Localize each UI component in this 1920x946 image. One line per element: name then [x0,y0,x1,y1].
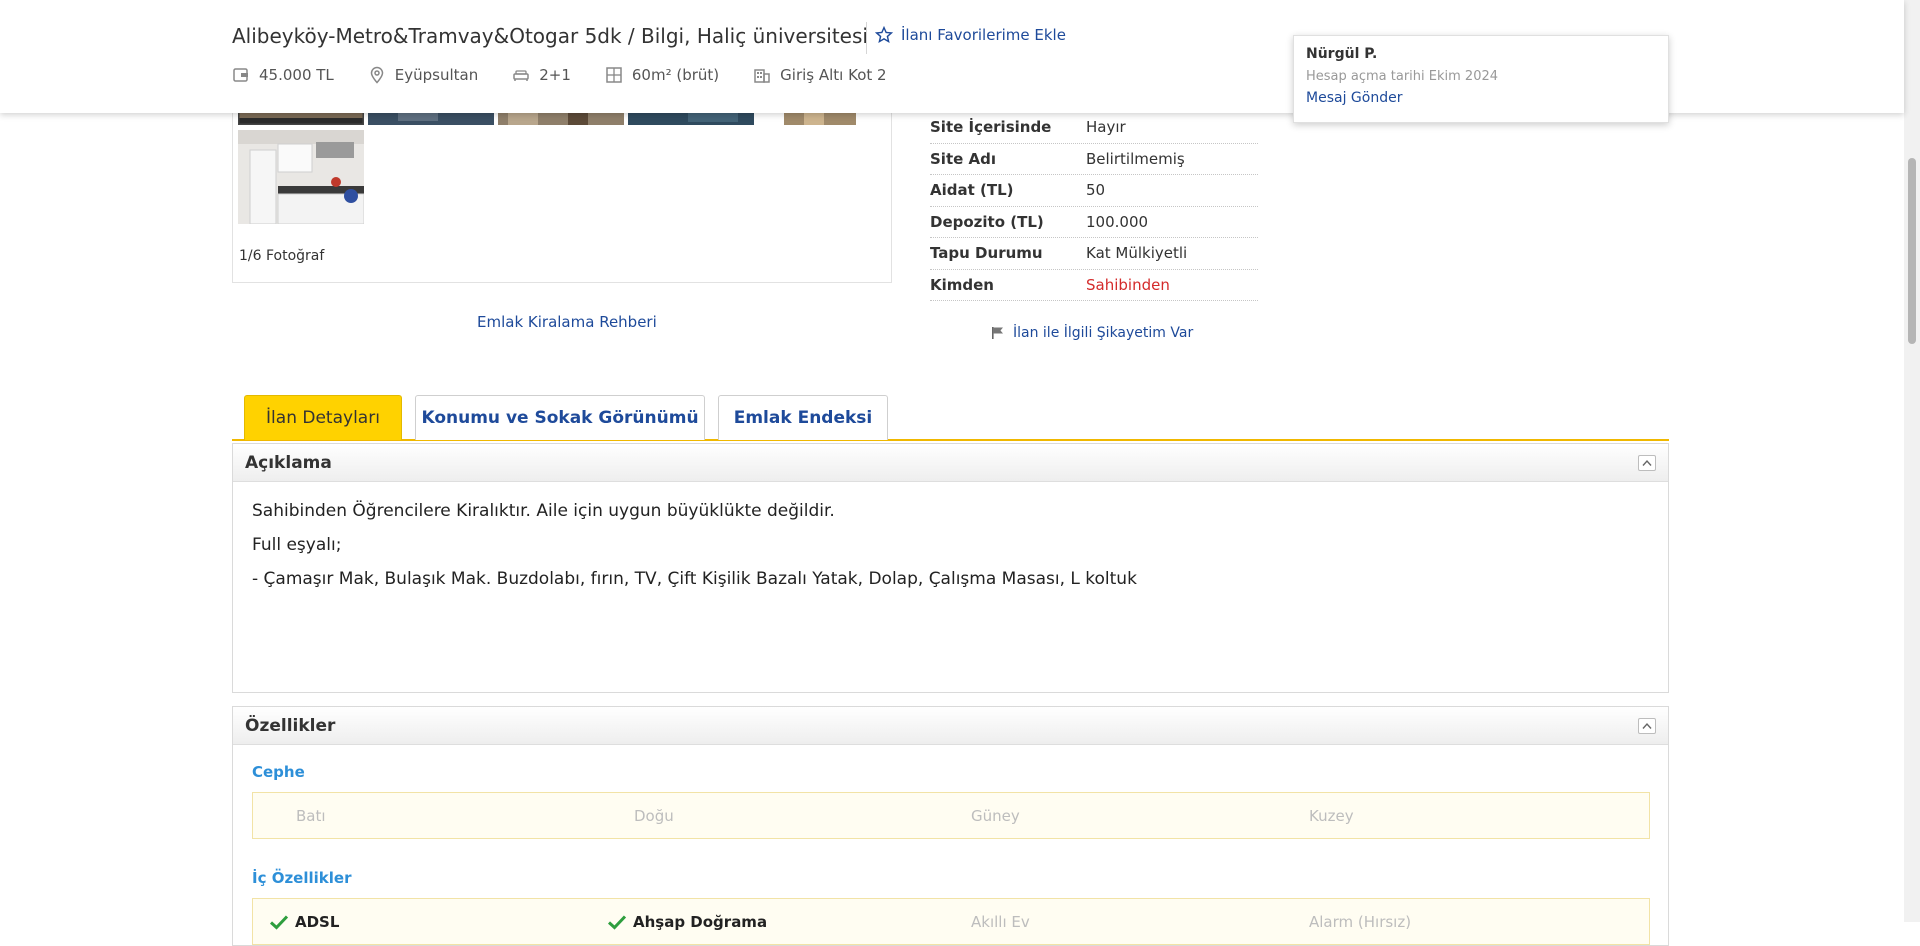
feature-item: Kuzey [1309,807,1354,825]
detail-value: Kat Mülkiyetli [1086,244,1188,263]
feature-group-facade-title: Cephe [252,763,305,781]
detail-key: Site Adı [930,149,996,168]
meta-location: Eyüpsultan [368,66,478,84]
listing-tabs: İlan Detayları Konumu ve Sokak Görünümü … [232,395,1669,441]
flag-icon [992,327,1003,339]
meta-text: Eyüpsultan [394,66,479,84]
seller-name: Nürgül P. [1306,46,1378,62]
seller-card: Nürgül P. Hesap açma tarihi Ekim 2024 Me… [1293,35,1669,123]
description-line: Full eşyalı; [252,535,342,555]
seller-type-value: Sahibinden [1086,275,1170,294]
feature-label: ADSL [295,913,340,931]
detail-key: Kimden [930,275,994,294]
listing-page: 1/6 Fotoğraf Emlak Kiralama Rehberi Site… [0,0,1904,946]
star-icon [875,26,893,44]
description-body: Sahibinden Öğrencilere Kiralıktır. Aile … [233,482,1668,608]
gallery-thumb-6[interactable] [238,130,364,224]
detail-value: Belirtilmemiş [1086,149,1185,168]
features-title: Özellikler [245,715,336,736]
tab-location-street-view[interactable]: Konumu ve Sokak Görünümü [415,395,705,440]
scrollbar-thumb[interactable] [1908,158,1916,344]
detail-key: Site İçerisinde [930,118,1052,137]
feature-item: Güney [971,807,1020,825]
meta-text: Giriş Altı Kot 2 [780,66,887,84]
meta-floor: Giriş Altı Kot 2 [753,66,887,84]
favorite-label: İlanı Favorilerime Ekle [901,26,1066,44]
description-panel-header: Açıklama [233,444,1668,482]
page-scrollbar[interactable] [1904,0,1920,922]
title-divider [866,22,867,54]
description-line: Sahibinden Öğrencilere Kiralıktır. Aile … [252,501,835,521]
meta-price: 45.000 TL [232,66,334,84]
detail-row-dues: Aidat (TL) 50 [930,175,1258,207]
detail-key: Depozito (TL) [930,212,1044,231]
feature-group-facade: Batı Doğu Güney Kuzey [252,792,1650,839]
feature-group-interior-title: İç Özellikler [252,869,352,887]
feature-item-selected: ADSL [269,913,339,931]
description-panel: Açıklama Sahibinden Öğrencilere Kiralıkt… [232,443,1669,693]
meta-area: 60m² (brüt) [605,66,719,84]
listing-details-table: Site İçerisinde Hayır Site Adı Belirtilm… [930,112,1258,301]
listing-meta-row: 45.000 TL Eyüpsultan 2+1 60m² (brüt) Gir… [232,66,921,84]
feature-item: Batı [296,807,326,825]
meta-text: 60m² (brüt) [631,66,720,84]
detail-value: 50 [1086,181,1106,200]
tab-real-estate-index[interactable]: Emlak Endeksi [718,395,888,440]
detail-key: Tapu Durumu [930,244,1043,263]
features-panel: Özellikler Cephe Batı Doğu Güney Kuzey İ… [232,706,1669,946]
meta-rooms: 2+1 [512,66,571,84]
complaint-label: İlan ile İlgili Şikayetim Var [1013,325,1194,341]
feature-item: Akıllı Ev [971,913,1030,931]
features-panel-header: Özellikler [233,707,1668,745]
chevron-up-icon [1642,722,1652,729]
add-to-favorites-link[interactable]: İlanı Favorilerime Ekle [875,26,1066,44]
feature-item: Alarm (Hırsız) [1309,913,1412,931]
detail-row-from: Kimden Sahibinden [930,270,1258,301]
description-title: Açıklama [245,452,332,473]
detail-value: Hayır [1086,118,1126,137]
photo-count: 1/6 Fotoğraf [239,248,325,264]
feature-item-selected: Ahşap Doğrama [607,913,767,931]
chevron-up-icon [1642,459,1652,466]
meta-text: 45.000 TL [259,66,334,84]
feature-item: Doğu [634,807,674,825]
complaint-link[interactable]: İlan ile İlgili Şikayetim Var [991,325,1193,341]
bed-icon [513,70,529,81]
collapse-button[interactable] [1638,718,1656,734]
seller-account-date: Hesap açma tarihi Ekim 2024 [1306,69,1499,84]
description-line: - Çamaşır Mak, Bulaşık Mak. Buzdolabı, f… [252,569,1137,589]
check-icon [269,915,289,930]
photo-gallery [232,95,892,283]
detail-row-site: Site İçerisinde Hayır [930,112,1258,144]
detail-key: Aidat (TL) [930,181,1014,200]
detail-row-site-name: Site Adı Belirtilmemiş [930,144,1258,175]
meta-text: 2+1 [539,66,571,84]
listing-title: Alibeyköy-Metro&Tramvay&Otogar 5dk / Bil… [232,24,868,48]
detail-row-deed: Tapu Durumu Kat Mülkiyetli [930,238,1258,270]
feature-label: Ahşap Doğrama [633,913,768,931]
rental-guide-link[interactable]: Emlak Kiralama Rehberi [477,313,657,331]
collapse-button[interactable] [1638,455,1656,471]
send-message-link[interactable]: Mesaj Gönder [1306,90,1656,106]
tab-listing-details[interactable]: İlan Detayları [244,395,402,440]
detail-value: 100.000 [1086,212,1149,231]
detail-row-deposit: Depozito (TL) 100.000 [930,207,1258,238]
wallet-icon [233,68,248,82]
building-icon [754,69,770,83]
floorplan-icon [606,67,622,83]
check-icon [607,915,627,930]
location-pin-icon [370,66,384,84]
